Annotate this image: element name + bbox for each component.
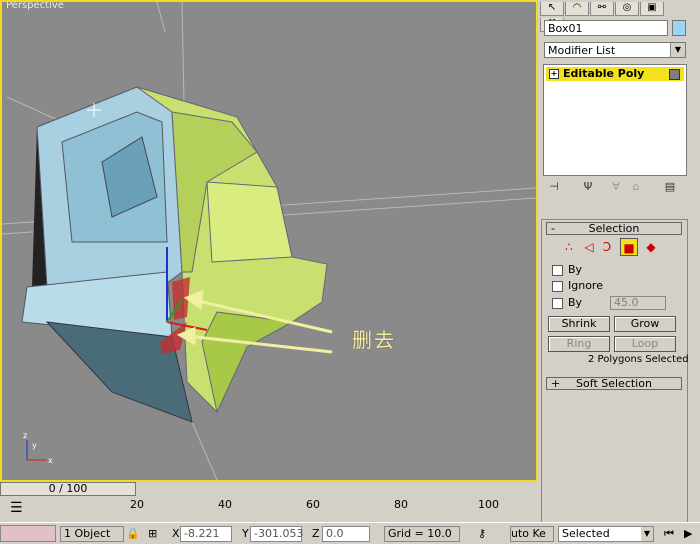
selection-status: 2 Polygons Selected (588, 354, 689, 365)
angle-spinner[interactable]: 45.0 (610, 296, 666, 310)
by-angle-label: By (568, 296, 583, 309)
tripod-x-label: x (48, 456, 53, 465)
hierarchy-icon[interactable]: ⚯ (590, 2, 614, 16)
polygon-icon[interactable]: ■ (620, 238, 638, 256)
by-angle-row[interactable]: By (552, 296, 582, 310)
z-label: Z (312, 527, 320, 540)
z-coordinate-field[interactable]: 0.0 (322, 526, 370, 542)
scene-svg: z x y (2, 2, 536, 480)
soft-selection-title: Soft Selection (576, 377, 652, 390)
x-coordinate-field[interactable]: -8.221 (180, 526, 232, 542)
key-filter-value: Selected (562, 527, 610, 540)
ignore-backfacing-label: Ignore (568, 279, 603, 292)
tripod-z-label: z (23, 431, 27, 440)
soft-selection-rollout-header[interactable]: + Soft Selection (546, 377, 682, 390)
command-panel-tabs: ↖◠⚯◎▣⚒ (540, 0, 688, 32)
element-icon[interactable]: ◆ (642, 238, 660, 256)
grow-button[interactable]: Grow (614, 316, 676, 332)
expand-icon: + (551, 377, 561, 390)
remove-modifier-icon[interactable]: ⌂ (628, 180, 644, 194)
mesh-green-front (206, 181, 293, 263)
modifier-stack[interactable]: + Editable Poly (543, 64, 687, 176)
y-label: Y (242, 527, 249, 540)
make-unique-icon[interactable]: ∀ (608, 180, 624, 194)
ruler-label: 40 (218, 498, 232, 511)
ruler-label: 60 (306, 498, 320, 511)
shrink-button[interactable]: Shrink (548, 316, 610, 332)
chevron-down-icon[interactable]: ▼ (641, 527, 653, 541)
lock-icon[interactable]: 🔒 (126, 527, 140, 540)
subobject-level-icons: ∴ ◁ Ɔ ■ ◆ (560, 238, 670, 256)
object-color-swatch[interactable] (672, 20, 686, 36)
tripod-y-label: y (32, 441, 37, 450)
chevron-down-icon[interactable]: ▼ (670, 43, 685, 57)
stack-toolbar: ⊣ Ψ ∀ ⌂ ▤ (546, 180, 686, 196)
edge-icon[interactable]: ◁ (580, 238, 598, 256)
object-count: 1 Object (60, 526, 124, 542)
by-vertex-row[interactable]: By (552, 263, 582, 277)
time-slider[interactable]: 0 / 100 (0, 482, 136, 496)
track-bar[interactable]: 20 40 60 80 100 (42, 498, 538, 522)
collapse-icon: - (551, 222, 555, 235)
by-vertex-label: By (568, 263, 583, 276)
ignore-backfacing-checkbox[interactable] (552, 280, 563, 292)
ruler-label: 20 (130, 498, 144, 511)
play-icon[interactable]: ▶ (684, 527, 692, 540)
auto-key-button[interactable]: uto Ke (510, 526, 554, 542)
motion-icon[interactable]: ◎ (615, 2, 639, 16)
ignore-backfacing-row[interactable]: Ignore (552, 279, 603, 293)
y-coordinate-field[interactable]: -301.053 (250, 526, 303, 542)
key-icon[interactable]: ⚷ (478, 527, 486, 540)
by-vertex-checkbox[interactable] (552, 264, 563, 276)
maxscript-listener[interactable] (0, 525, 56, 542)
grid-size: Grid = 10.0 (384, 526, 460, 542)
object-name-field[interactable]: Box01 (544, 20, 668, 36)
selection-rollout-title: Selection (588, 222, 640, 235)
modifier-list-label: Modifier List (548, 44, 616, 57)
mesh-green-lower (201, 311, 294, 414)
go-to-start-icon[interactable]: ⏮ (664, 527, 674, 541)
ruler-label: 80 (394, 498, 408, 511)
visibility-icon[interactable] (669, 69, 680, 80)
status-bar: 1 Object 🔒 ⊞ X -8.221 Y -301.053 Z 0.0 G… (0, 522, 700, 544)
display-icon[interactable]: ▣ (640, 2, 664, 16)
configure-sets-icon[interactable]: ▤ (662, 180, 678, 194)
ruler-label: 100 (478, 498, 499, 511)
expand-icon[interactable]: + (549, 69, 559, 79)
selection-rollout-header[interactable]: - Selection (546, 222, 682, 235)
x-label: X (172, 527, 180, 540)
border-icon[interactable]: Ɔ (598, 238, 616, 256)
annotation-text: 删去 (352, 328, 396, 352)
pin-stack-icon[interactable]: ⊣ (546, 180, 562, 194)
ring-button[interactable]: Ring (548, 336, 610, 352)
select-arrow-icon[interactable]: ↖ (540, 2, 564, 16)
loop-button[interactable]: Loop (614, 336, 676, 352)
vertex-icon[interactable]: ∴ (560, 238, 578, 256)
curve-icon[interactable]: ◠ (565, 2, 589, 16)
key-mode-icon[interactable]: ☰ (10, 500, 30, 516)
modifier-list-dropdown[interactable]: Modifier List ▼ (544, 42, 686, 58)
stack-item-editable-poly[interactable]: + Editable Poly (546, 67, 684, 81)
show-end-result-icon[interactable]: Ψ (580, 180, 596, 194)
key-filter-dropdown[interactable]: Selected ▼ (558, 526, 654, 542)
by-angle-checkbox[interactable] (552, 297, 563, 309)
perspective-viewport[interactable]: Perspective z x y 删去 (0, 0, 538, 482)
stack-item-label: Editable Poly (563, 67, 645, 80)
transform-mode-icon[interactable]: ⊞ (148, 527, 157, 540)
